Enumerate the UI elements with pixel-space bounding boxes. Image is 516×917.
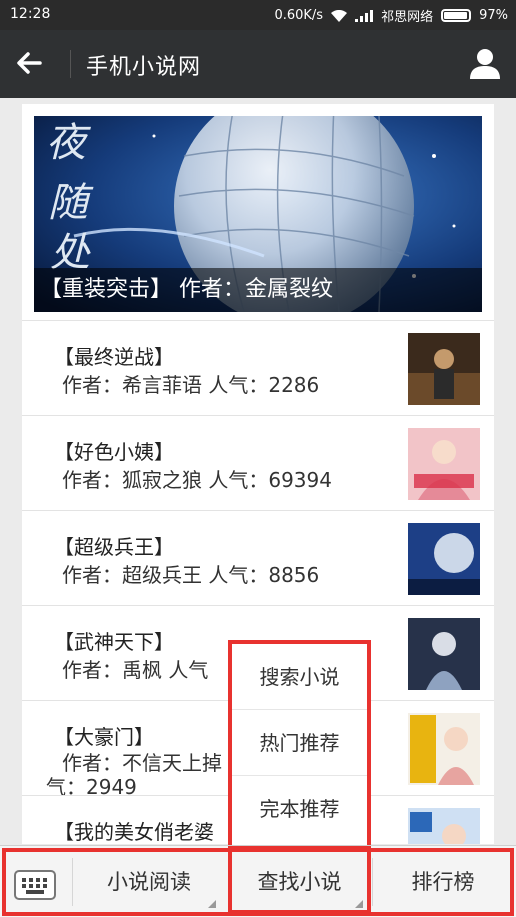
- book-title: 【我的美女俏老婆: [54, 820, 214, 844]
- book-meta: 作者：禹枫 人气: [62, 658, 209, 682]
- page-title: 手机小说网: [86, 55, 202, 80]
- battery-percent: 97%: [479, 8, 508, 23]
- status-bar: 12:28 0.60K/s 祁思网络 97%: [0, 0, 516, 30]
- book-cover: [408, 808, 480, 844]
- search-popup-menu: 搜索小说 热门推荐 完本推荐: [228, 640, 371, 845]
- menu-item-search-novels[interactable]: 搜索小说: [232, 644, 367, 710]
- book-cover: [408, 428, 480, 500]
- keyboard-button[interactable]: [14, 870, 56, 902]
- separator: [72, 858, 73, 906]
- book-title: 【武神天下】: [54, 630, 174, 654]
- book-cover: [408, 523, 480, 595]
- list-item[interactable]: 【最终逆战】 作者：希言菲语 人气：2286: [22, 320, 494, 415]
- book-meta: 作者：希言菲语 人气：2286: [62, 373, 320, 397]
- book-meta: 作者：超级兵王 人气：8856: [62, 563, 320, 587]
- book-title: 【最终逆战】: [54, 345, 174, 369]
- svg-text:随: 随: [48, 180, 94, 226]
- tab-label: 小说阅读: [107, 870, 191, 894]
- status-time: 12:28: [10, 6, 51, 22]
- tab-label: 排行榜: [411, 870, 475, 894]
- title-bar: 手机小说网: [0, 30, 516, 98]
- tab-ranking[interactable]: 排行榜: [372, 846, 514, 917]
- featured-banner[interactable]: 夜 随 处 【重装突击】 作者：金属裂纹: [34, 116, 482, 312]
- submenu-indicator-icon: [355, 900, 363, 908]
- wifi-icon: [331, 9, 348, 22]
- book-title: 【超级兵王】: [54, 535, 174, 559]
- book-title: 【大豪门】: [54, 725, 154, 749]
- banner-caption: 【重装突击】 作者：金属裂纹: [34, 268, 482, 312]
- book-cover: [408, 713, 480, 785]
- tab-label: 查找小说: [257, 870, 342, 894]
- title-divider: [70, 50, 71, 78]
- net-speed: 0.60K/s: [274, 8, 324, 23]
- tab-novel-reading[interactable]: 小说阅读: [74, 846, 224, 917]
- list-item[interactable]: 【好色小姨】 作者：狐寂之狼 人气：69394: [22, 415, 494, 510]
- book-cover: [408, 333, 480, 405]
- keyboard-icon: [14, 870, 56, 900]
- arrow-left-icon: [17, 52, 42, 74]
- signal-icon: [355, 9, 374, 22]
- book-title: 【好色小姨】: [54, 440, 174, 464]
- book-cover: [408, 618, 480, 690]
- list-item[interactable]: 【超级兵王】 作者：超级兵王 人气：8856: [22, 510, 494, 605]
- user-icon: [470, 49, 500, 79]
- battery-icon: [441, 9, 472, 22]
- submenu-indicator-icon: [208, 900, 216, 908]
- tab-find-novel[interactable]: 查找小说: [228, 846, 371, 917]
- menu-item-hot-recommend[interactable]: 热门推荐: [232, 710, 367, 776]
- user-button[interactable]: [468, 46, 504, 82]
- bottom-menu-bar: 小说阅读 查找小说 排行榜: [0, 845, 516, 917]
- book-meta: 作者：狐寂之狼 人气：69394: [62, 468, 332, 492]
- back-button[interactable]: [14, 48, 54, 80]
- menu-item-complete-recommend[interactable]: 完本推荐: [232, 776, 367, 842]
- svg-text:夜: 夜: [46, 120, 91, 166]
- carrier-name: 祁思网络: [381, 10, 434, 25]
